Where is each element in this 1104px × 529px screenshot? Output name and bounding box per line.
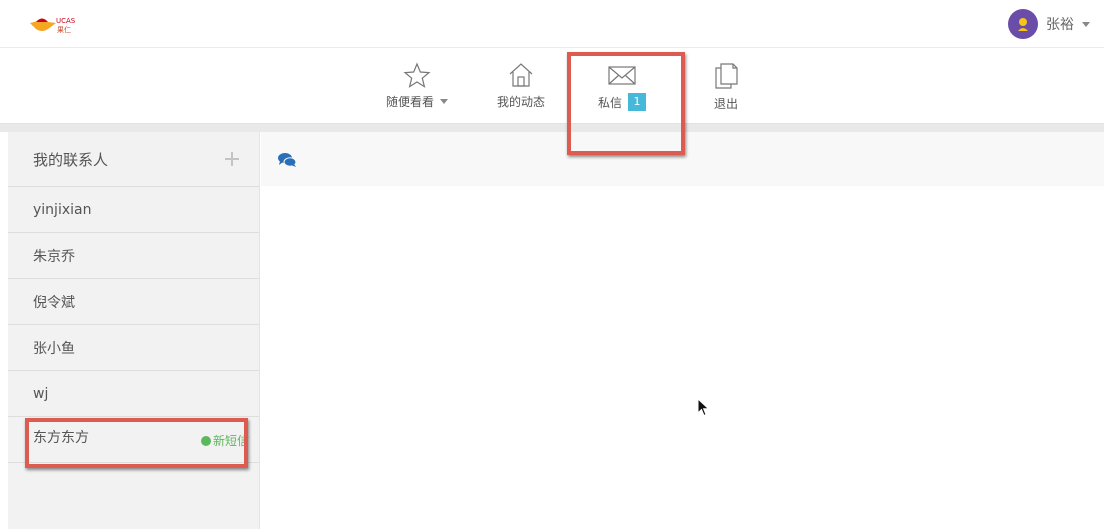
- ucas-logo-icon[interactable]: UCAS 果仁: [26, 13, 88, 37]
- svg-text:果仁: 果仁: [57, 25, 71, 34]
- conversation-header: [261, 132, 1104, 186]
- nav-label-my-activity: 我的动态: [497, 95, 546, 109]
- contact-item[interactable]: 朱京乔: [8, 233, 259, 279]
- main-nav: 随便看看 我的动态 私信 1 退出: [0, 48, 1104, 124]
- nav-label-logout: 退出: [713, 97, 738, 111]
- nav-item-private-messages[interactable]: 私信 1: [598, 62, 647, 111]
- document-icon: [715, 63, 738, 89]
- contact-item[interactable]: 张小鱼: [8, 325, 259, 371]
- contact-name: wj: [33, 385, 49, 402]
- new-message-indicator: 新短信: [200, 432, 249, 449]
- add-contact-icon[interactable]: [225, 152, 239, 166]
- home-icon: [509, 63, 533, 87]
- user-name[interactable]: 张裕: [1046, 14, 1074, 34]
- new-message-label: 新短信: [212, 434, 249, 448]
- contact-item[interactable]: 东方东方 新短信: [8, 417, 259, 463]
- svg-text:UCAS: UCAS: [56, 17, 76, 25]
- divider: [0, 124, 1104, 132]
- status-dot-icon: [200, 435, 211, 446]
- nav-label-private-messages: 私信: [598, 95, 623, 110]
- contact-name: yinjixian: [33, 201, 92, 218]
- contacts-header: 我的联系人: [8, 132, 259, 187]
- contact-item[interactable]: yinjixian: [8, 187, 259, 233]
- nav-item-logout[interactable]: 退出: [713, 62, 739, 112]
- contact-name: 朱京乔: [33, 248, 75, 265]
- chevron-down-icon: [440, 99, 449, 104]
- envelope-icon: [608, 66, 636, 85]
- top-bar: UCAS 果仁 张裕: [0, 0, 1104, 48]
- avatar[interactable]: [1008, 9, 1038, 39]
- conversation-panel: [261, 186, 1104, 529]
- contacts-title: 我的联系人: [33, 150, 109, 169]
- contact-name: 张小鱼: [33, 340, 75, 357]
- nav-item-my-activity[interactable]: 我的动态: [497, 62, 545, 110]
- chevron-down-icon[interactable]: [1082, 21, 1090, 27]
- star-icon: [403, 62, 431, 88]
- contact-name: 倪令斌: [33, 294, 75, 311]
- nav-item-browse[interactable]: 随便看看: [386, 62, 449, 110]
- user-menu[interactable]: 张裕: [1008, 9, 1090, 39]
- contact-name: 东方东方: [33, 430, 89, 446]
- contacts-sidebar: 我的联系人 yinjixian 朱京乔 倪令斌 张小鱼 wj 东方东方 新短信: [8, 132, 260, 529]
- mouse-cursor-icon: [697, 398, 710, 417]
- unread-badge: 1: [628, 93, 647, 111]
- contact-item[interactable]: 倪令斌: [8, 279, 259, 325]
- nav-label-browse: 随便看看: [386, 95, 435, 109]
- chat-bubbles-icon: [278, 153, 297, 167]
- contact-item[interactable]: wj: [8, 371, 259, 417]
